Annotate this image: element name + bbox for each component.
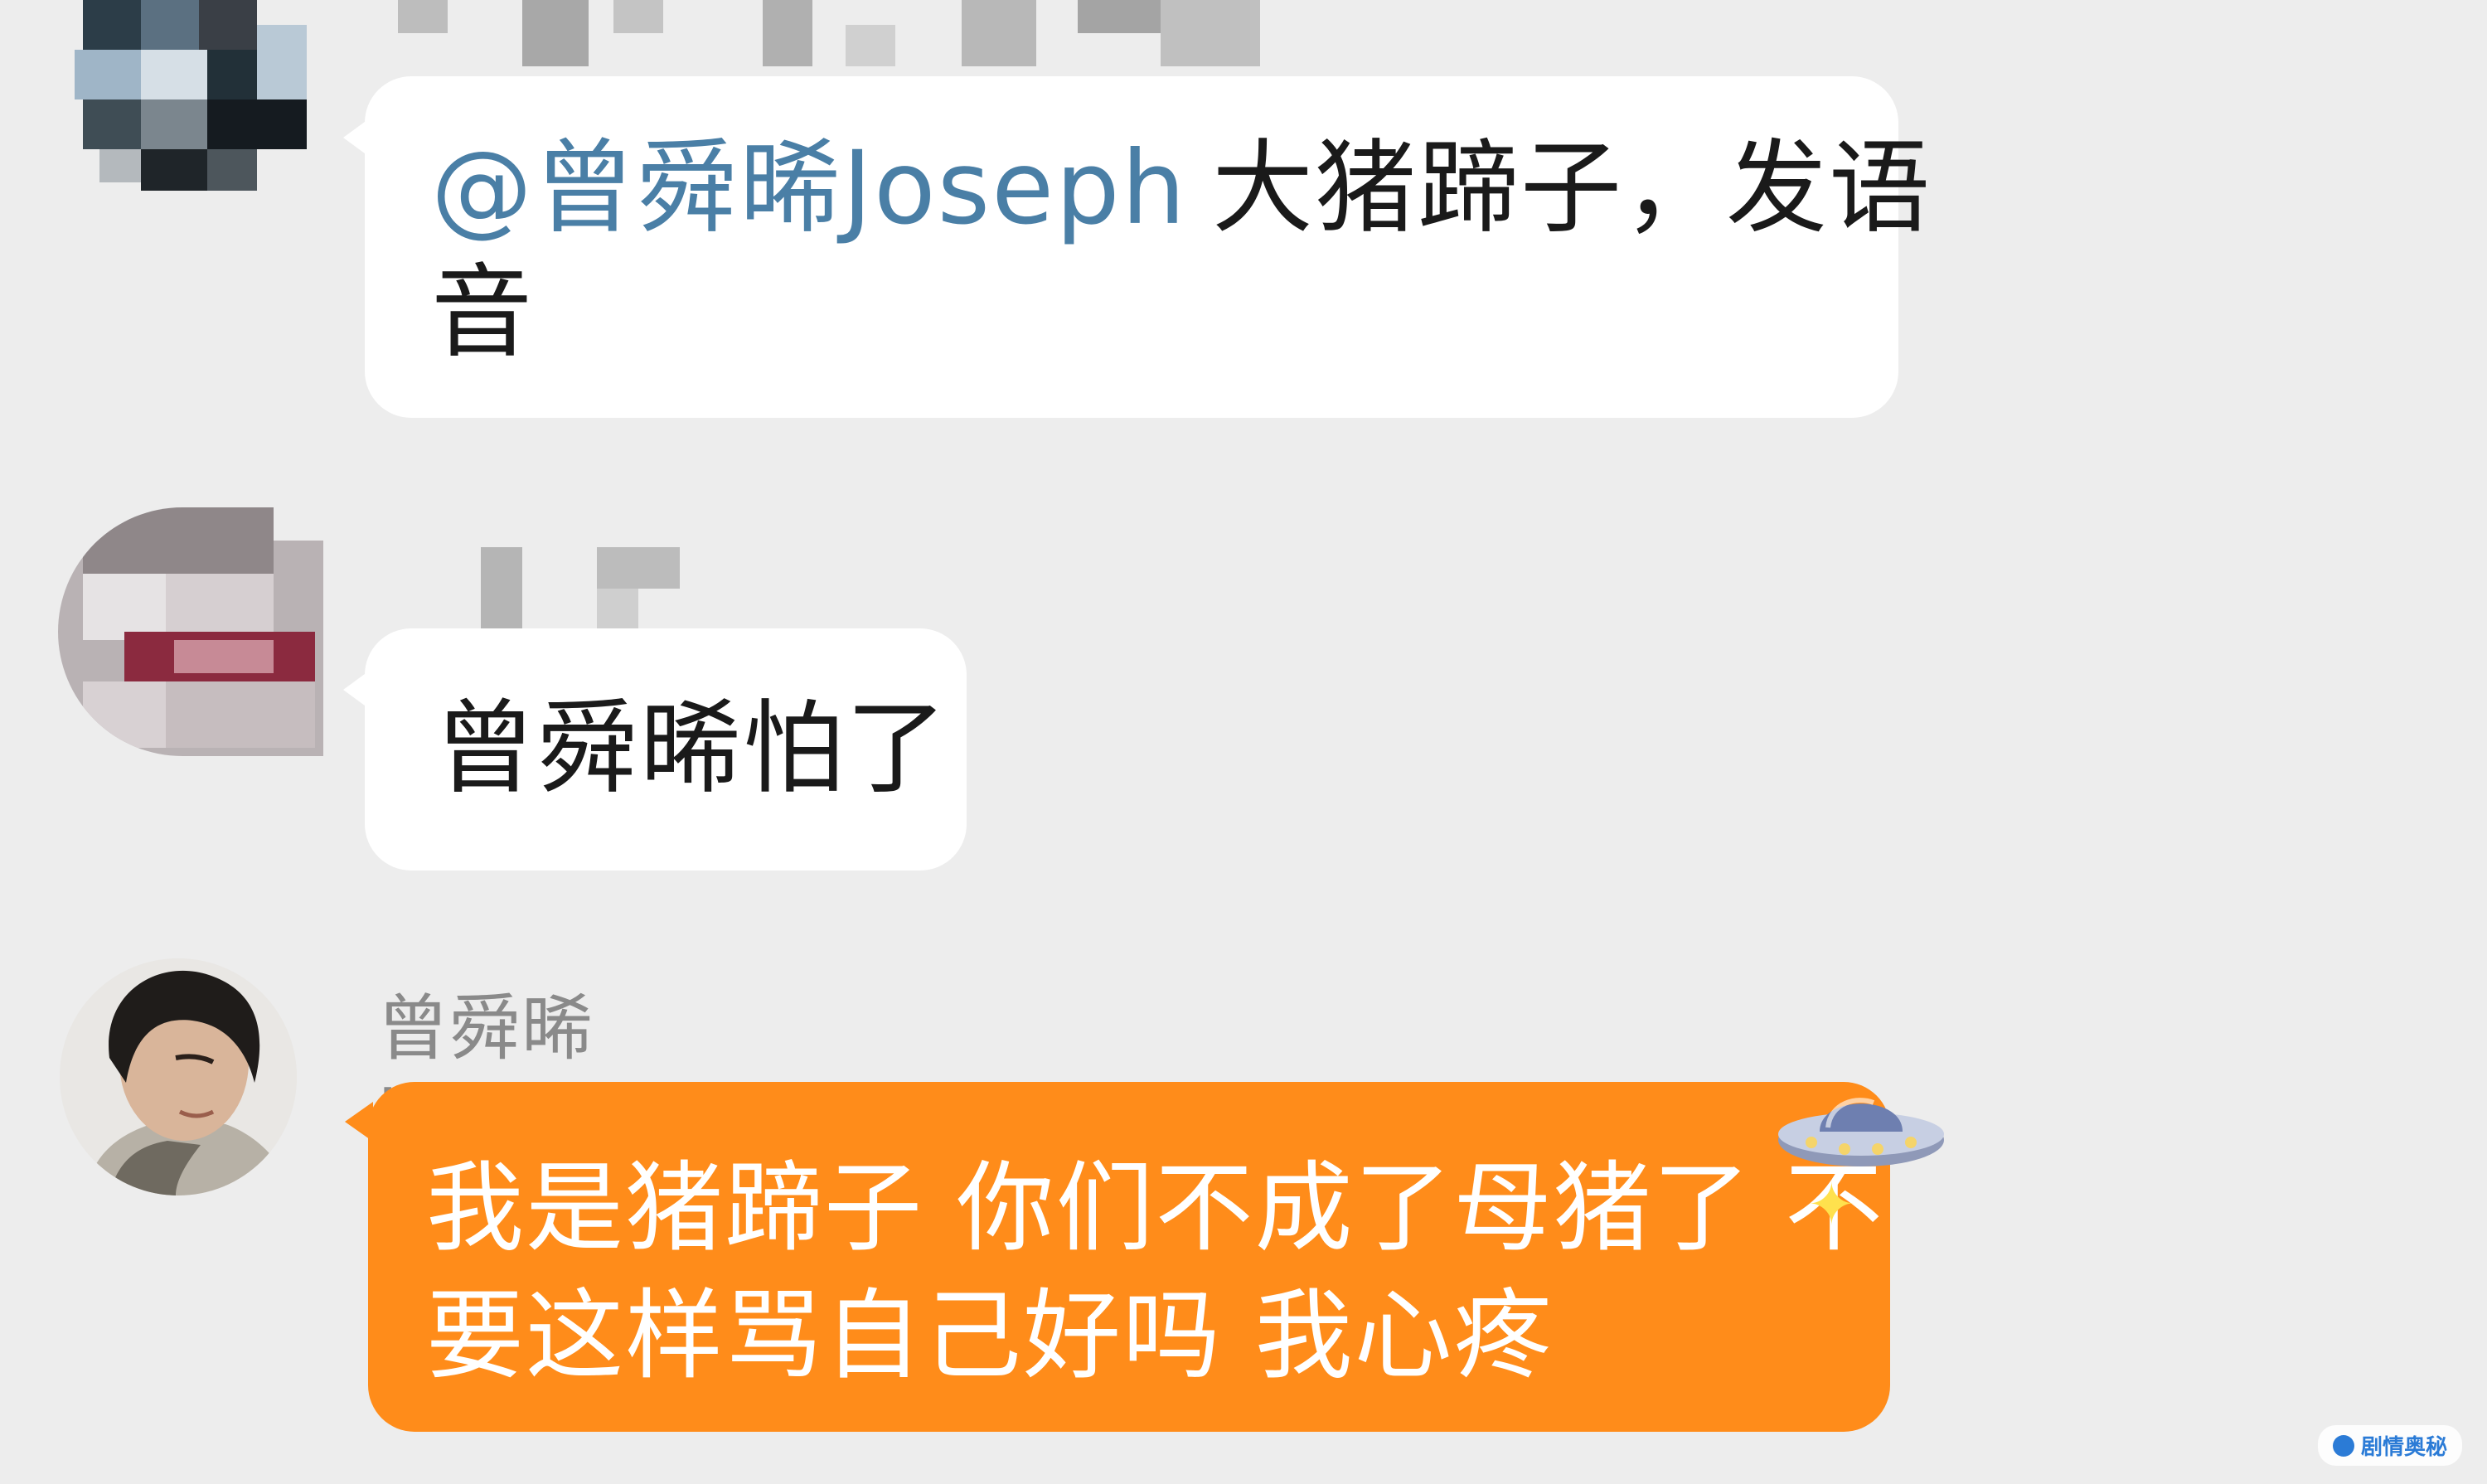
message-text: 曾舜晞怕了 bbox=[434, 690, 948, 807]
message-text: 大猪蹄子，发语 bbox=[1212, 129, 1932, 247]
watermark: 剧情奥秘 bbox=[2317, 1425, 2462, 1466]
mention-link[interactable]: @曾舜晞Joseph bbox=[431, 129, 1187, 247]
sparkle-icon: ✦ bbox=[1807, 1171, 1856, 1239]
sender-name-blurred bbox=[481, 547, 688, 630]
message-line: @曾舜晞Joseph 大猪蹄子，发语 bbox=[431, 126, 1930, 250]
message-bubble[interactable]: 我是猪蹄子 你们不成了母猪了 不 要这样骂自己好吗 我心疼 bbox=[345, 1082, 1890, 1432]
avatar[interactable] bbox=[66, 0, 323, 207]
sender-name-blurred bbox=[398, 0, 1277, 66]
person-avatar-image bbox=[60, 958, 297, 1195]
message-bubble[interactable]: @曾舜晞Joseph 大猪蹄子，发语 音 bbox=[343, 76, 1930, 418]
message-line: 我是猪蹄子 你们不成了母猪了 不 bbox=[426, 1151, 1885, 1265]
watermark-text: 剧情奥秘 bbox=[2360, 1435, 2447, 1460]
message-line: 要这样骂自己好吗 我心疼 bbox=[426, 1278, 1554, 1393]
watermark-logo-icon bbox=[2332, 1434, 2354, 1457]
ufo-icon bbox=[1778, 1098, 1944, 1166]
message-line: 音 bbox=[431, 254, 534, 371]
avatar[interactable] bbox=[60, 958, 297, 1195]
avatar[interactable] bbox=[58, 507, 323, 756]
message-bubble[interactable]: 曾舜晞怕了 bbox=[343, 628, 967, 871]
chat-view: @曾舜晞Joseph 大猪蹄子，发语 音 曾舜晞怕了 曾舜晞 我是猪蹄子 你们不… bbox=[0, 0, 2487, 1484]
